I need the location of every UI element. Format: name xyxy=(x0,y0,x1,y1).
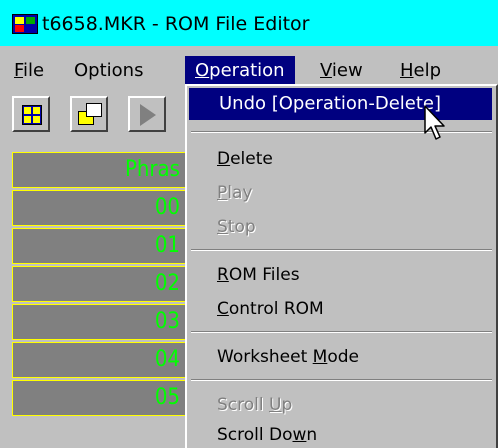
menu-separator xyxy=(191,249,492,251)
menu-item-scroll-down[interactable]: Scroll Down xyxy=(187,418,496,448)
menu-item-worksheet-mode[interactable]: Worksheet Mode xyxy=(187,340,496,374)
menu-view[interactable]: View xyxy=(320,56,363,86)
window-title: t6658.MKR - ROM File Editor xyxy=(42,13,310,35)
grid-cell[interactable]: 02 xyxy=(12,266,187,302)
grid-icon xyxy=(22,105,42,125)
menu-help[interactable]: Help xyxy=(400,56,441,86)
grid-cell[interactable]: 00 xyxy=(12,190,187,226)
menu-item-stop: Stop xyxy=(217,217,256,237)
grid-view-button[interactable] xyxy=(12,96,50,132)
menu-item-delete[interactable]: Delete xyxy=(187,142,496,176)
menu-separator xyxy=(191,331,492,333)
menu-item-play: Play xyxy=(217,183,253,203)
rom-file-editor-window: t6658.MKR - ROM File Editor File Options… xyxy=(0,0,498,448)
mouse-pointer-icon xyxy=(424,105,445,140)
menu-options[interactable]: Options xyxy=(74,56,143,86)
operation-menu-dropdown: Undo [Operation-Delete] Delete Play Stop… xyxy=(185,84,498,448)
grid-cell[interactable]: 03 xyxy=(12,304,187,340)
menu-separator xyxy=(191,379,492,381)
app-icon[interactable] xyxy=(12,14,38,34)
grid-cell[interactable]: 04 xyxy=(12,342,187,378)
play-button[interactable] xyxy=(128,96,166,132)
grid-cell[interactable]: 05 xyxy=(12,380,187,416)
play-icon xyxy=(140,104,156,126)
restore-window-button[interactable] xyxy=(70,96,108,132)
grid-header-phrase: Phras xyxy=(12,152,187,188)
title-bar[interactable]: t6658.MKR - ROM File Editor xyxy=(0,0,498,46)
menu-item-scroll-up: Scroll Up xyxy=(217,395,293,415)
menu-file[interactable]: File xyxy=(14,56,44,86)
menu-item-control-rom[interactable]: Control ROM xyxy=(187,292,496,326)
menu-item-rom-files[interactable]: ROM Files xyxy=(187,258,496,292)
grid-cell[interactable]: 01 xyxy=(12,228,187,264)
menu-operation[interactable]: Operation xyxy=(185,56,295,86)
